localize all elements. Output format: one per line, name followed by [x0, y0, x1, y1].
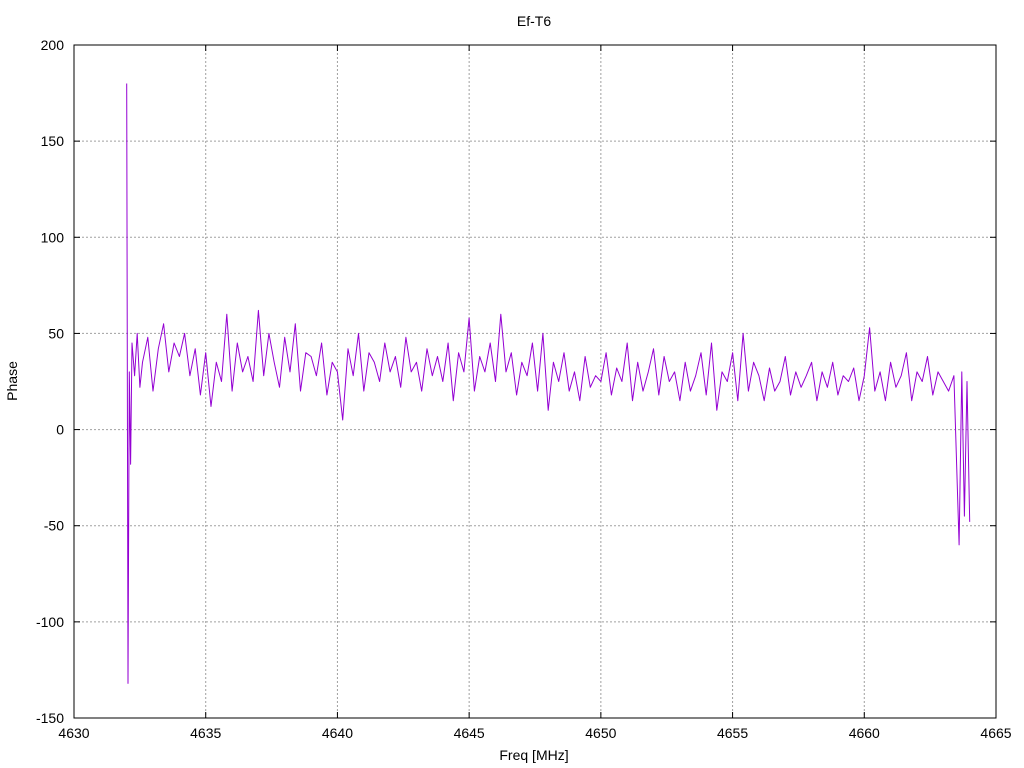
- x-tick-label: 4650: [585, 725, 616, 741]
- y-tick-label: -50: [44, 518, 64, 534]
- x-axis-title: Freq [MHz]: [499, 747, 568, 763]
- series-line: [126, 83, 971, 684]
- x-tick-label: 4665: [980, 725, 1011, 741]
- x-tick-label: 4630: [58, 725, 89, 741]
- plot-frame: [73, 44, 997, 719]
- y-tick-label: 200: [41, 37, 65, 53]
- x-tick-label: 4640: [322, 725, 353, 741]
- x-tick-label: 4660: [849, 725, 880, 741]
- y-tick-label: 150: [41, 133, 65, 149]
- x-tick-label: 4645: [454, 725, 485, 741]
- x-tick-label: 4655: [717, 725, 748, 741]
- y-tick-label: 50: [48, 325, 64, 341]
- y-tick-label: 100: [41, 229, 65, 245]
- y-tick-label: -100: [36, 614, 64, 630]
- y-axis-title: Phase: [4, 361, 20, 401]
- series-layer: [126, 83, 971, 684]
- phase-chart: 4630 4635 4640 4645 4650 4655 4660 4665 -150 -100…: [4, 13, 1012, 763]
- grid-lines: [74, 45, 996, 718]
- y-tick-label: 0: [56, 422, 64, 438]
- y-tick-label: -150: [36, 710, 64, 726]
- chart-title: Ef-T6: [517, 13, 551, 29]
- axis-ticks: 4630 4635 4640 4645 4650 4655 4660 4665 -150 -100…: [36, 37, 1012, 741]
- plot-border: [73, 44, 997, 719]
- x-tick-label: 4635: [190, 725, 221, 741]
